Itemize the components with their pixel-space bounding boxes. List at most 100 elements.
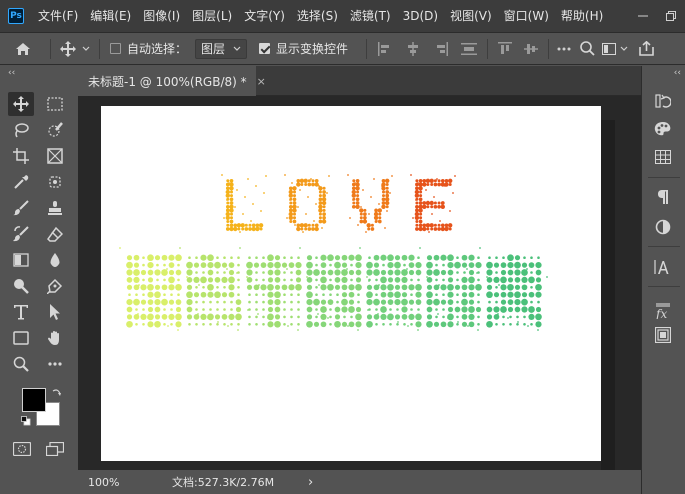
quick-mask-icon — [13, 442, 31, 456]
separator — [366, 38, 368, 59]
character-panel-button[interactable] — [652, 256, 674, 278]
more-tools[interactable] — [42, 352, 68, 376]
chinese-char-6 — [419, 247, 488, 331]
separator — [548, 38, 550, 59]
layers-icon — [655, 327, 671, 343]
align-right-button[interactable] — [427, 32, 455, 65]
separator — [99, 38, 100, 59]
blur-tool[interactable] — [42, 248, 68, 272]
type-icon — [14, 305, 28, 320]
default-colors-button[interactable] — [21, 416, 31, 426]
paragraph-panel-button[interactable] — [652, 186, 674, 208]
type-tool[interactable] — [8, 300, 34, 324]
chevron-down-icon — [620, 46, 628, 51]
search-button[interactable] — [575, 32, 599, 65]
blur-drop-icon — [50, 253, 60, 267]
move-tool-preset[interactable] — [55, 32, 95, 65]
quick-select-tool[interactable] — [42, 118, 68, 142]
menu-select[interactable]: 选择(S) — [291, 0, 344, 32]
love-letter-l — [221, 174, 267, 233]
lasso-icon — [15, 123, 29, 138]
menu-filter[interactable]: 滤镜(T) — [344, 0, 397, 32]
path-select-tool[interactable] — [42, 300, 68, 324]
align-left-button[interactable] — [371, 32, 399, 65]
share-button[interactable] — [631, 32, 661, 65]
stamp-tool[interactable] — [42, 196, 68, 220]
restore-button[interactable] — [657, 0, 685, 32]
adjustments-panel-button[interactable] — [652, 216, 674, 238]
auto-select-target-dropdown[interactable]: 图层 — [195, 38, 248, 59]
tools-collapse-button[interactable]: ‹‹ — [0, 66, 77, 80]
menu-edit[interactable]: 编辑(E) — [84, 0, 137, 32]
chinese-char-5 — [359, 247, 428, 331]
chinese-char-1 — [119, 247, 188, 331]
pen-tool[interactable] — [42, 274, 68, 298]
love-letter-v — [347, 174, 393, 233]
brush-tool[interactable] — [8, 196, 34, 220]
workspace-button[interactable] — [599, 32, 631, 65]
lasso-tool[interactable] — [8, 118, 34, 142]
move-tool[interactable] — [8, 92, 34, 116]
crop-tool[interactable] — [8, 144, 34, 168]
menu-image[interactable]: 图像(I) — [137, 0, 186, 32]
dodge-tool[interactable] — [8, 274, 34, 298]
menu-3d[interactable]: 3D(D) — [397, 0, 444, 32]
chinese-char-7 — [479, 247, 548, 331]
minimize-button[interactable] — [629, 0, 657, 32]
close-tab-icon[interactable]: × — [257, 75, 266, 88]
layers-panel-button[interactable] — [652, 324, 674, 346]
shape-tool[interactable] — [8, 326, 34, 350]
dodge-icon — [14, 279, 29, 294]
status-menu-arrow[interactable]: › — [308, 475, 313, 490]
swatches-panel-button[interactable] — [652, 146, 674, 168]
history-panel-button[interactable] — [652, 90, 674, 112]
marquee-tool[interactable] — [42, 92, 68, 116]
menu-type[interactable]: 文字(Y) — [238, 0, 291, 32]
swap-colors-button[interactable] — [52, 388, 62, 398]
right-panel-strip: ‹‹ fx — [641, 66, 685, 494]
status-bar: 100% 文档:527.3K/2.76M › — [78, 470, 641, 494]
distribute-button[interactable] — [455, 32, 483, 65]
document-tab[interactable]: 未标题-1 @ 100%(RGB/8) * × — [78, 66, 266, 96]
show-transform-checkbox[interactable] — [259, 43, 271, 54]
zoom-level[interactable]: 100% — [88, 476, 128, 489]
eraser-tool[interactable] — [42, 222, 68, 246]
document-tab-bar: 未标题-1 @ 100%(RGB/8) * × — [78, 66, 641, 96]
canvas[interactable] — [101, 106, 601, 461]
menu-layer[interactable]: 图层(L) — [186, 0, 238, 32]
menu-help[interactable]: 帮助(H) — [555, 0, 609, 32]
zoom-tool[interactable] — [8, 352, 34, 376]
gradient-tool[interactable] — [8, 248, 34, 272]
auto-select-checkbox[interactable] — [110, 43, 121, 54]
hand-tool[interactable] — [42, 326, 68, 350]
separator — [487, 38, 489, 59]
crop-icon — [13, 148, 29, 164]
patch-tool[interactable] — [42, 170, 68, 194]
foreground-color-swatch[interactable] — [22, 388, 46, 412]
menu-view[interactable]: 视图(V) — [444, 0, 498, 32]
chinese-char-2 — [179, 247, 248, 331]
right-panel-collapse-button[interactable]: ‹‹ — [642, 66, 685, 80]
document-info: 文档:527.3K/2.76M — [172, 476, 275, 489]
styles-panel-button[interactable]: fx — [652, 300, 674, 322]
svg-text:fx: fx — [655, 307, 667, 319]
align-center-h-button[interactable] — [399, 32, 427, 65]
menu-window[interactable]: 窗口(W) — [498, 0, 555, 32]
more-options-button[interactable] — [553, 32, 575, 65]
menu-file[interactable]: 文件(F) — [32, 0, 84, 32]
align-right-icon — [437, 41, 449, 56]
frame-tool[interactable] — [42, 144, 68, 168]
align-middle-v-button[interactable] — [518, 32, 544, 65]
home-button[interactable] — [0, 32, 46, 65]
home-icon — [16, 42, 30, 55]
tools-grid — [8, 92, 74, 492]
options-bar: 自动选择： 图层 显示变换控件 — [0, 32, 685, 65]
default-colors-icon — [21, 416, 31, 426]
history-brush-tool[interactable] — [8, 222, 34, 246]
color-panel-button[interactable] — [652, 118, 674, 140]
align-top-button[interactable] — [492, 32, 518, 65]
character-icon — [654, 260, 669, 274]
eyedropper-tool[interactable] — [8, 170, 34, 194]
quick-mask-button[interactable] — [13, 442, 33, 458]
screen-mode-button[interactable] — [46, 442, 66, 458]
